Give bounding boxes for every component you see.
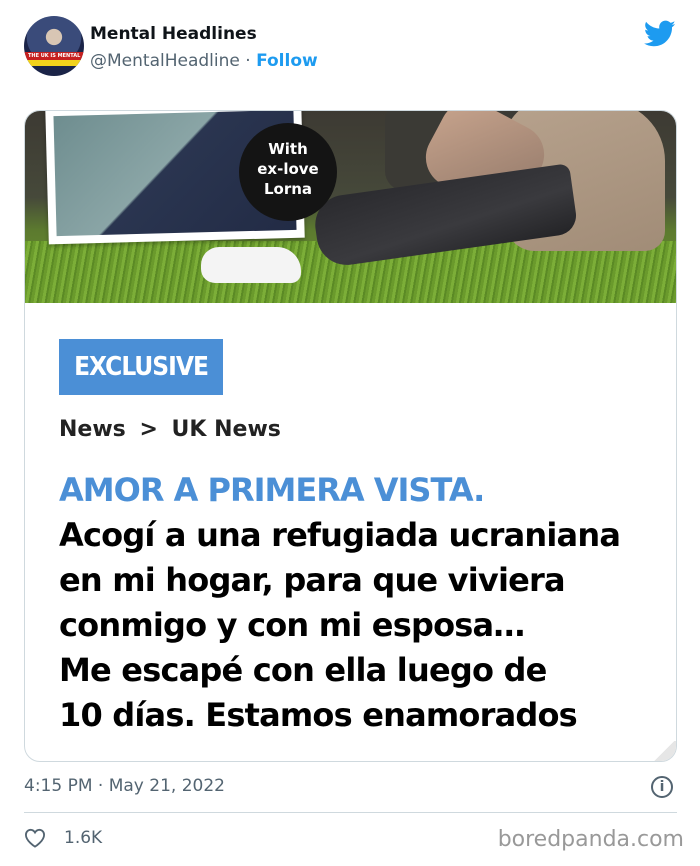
handle-line: @MentalHeadline · Follow	[90, 51, 318, 71]
watermark: boredpanda.com	[497, 827, 684, 852]
avatar-band-yellow	[24, 60, 84, 66]
breadcrumb-news: News	[59, 417, 126, 442]
like-count: 1.6K	[64, 828, 103, 848]
tweet-timestamp[interactable]: 4:15 PM · May 21, 2022	[24, 776, 225, 796]
photo-shoe	[201, 247, 301, 283]
headline: Acogí a una refugiada ucraniana en mi ho…	[59, 513, 669, 738]
avatar-text: THE UK IS MENTAL	[28, 53, 81, 59]
divider	[24, 812, 677, 813]
heart-icon[interactable]	[24, 828, 46, 848]
headline-line: conmigo y con mi esposa…	[59, 606, 525, 644]
headline-line: Acogí a una refugiada ucraniana	[59, 516, 621, 554]
display-name[interactable]: Mental Headlines	[90, 24, 257, 44]
link-card[interactable]: With ex-love Lorna EXCLUSIVE News > UK N…	[24, 110, 677, 762]
breadcrumb-separator: >	[139, 417, 158, 442]
twitter-bird-icon[interactable]	[644, 20, 676, 48]
headline-line: en mi hogar, para que viviera	[59, 561, 566, 599]
badge-line-3: Lorna	[263, 180, 313, 198]
page-curl	[648, 741, 676, 761]
user-handle[interactable]: @MentalHeadline	[90, 51, 240, 71]
headline-kicker: AMOR A PRIMERA VISTA.	[59, 471, 485, 509]
follow-button[interactable]: Follow	[256, 51, 318, 71]
exclusive-label: EXCLUSIVE	[59, 339, 223, 395]
photo-caption-badge: With ex-love Lorna	[239, 123, 337, 221]
badge-line-2: ex-love	[257, 160, 319, 178]
avatar[interactable]: THE UK IS MENTAL	[24, 16, 84, 76]
info-icon[interactable]: i	[651, 776, 673, 798]
breadcrumb: News > UK News	[59, 417, 281, 442]
headline-line: 10 días. Estamos enamorados	[59, 696, 578, 734]
article-photo: With ex-love Lorna	[25, 111, 676, 303]
headline-line: Me escapé con ella luego de	[59, 651, 547, 689]
breadcrumb-uk-news: UK News	[171, 417, 281, 442]
like-action[interactable]: 1.6K	[24, 826, 102, 850]
tweet-header: THE UK IS MENTAL Mental Headlines @Menta…	[24, 16, 684, 84]
handle-separator: ·	[245, 51, 251, 71]
badge-line-1: With	[268, 140, 308, 158]
